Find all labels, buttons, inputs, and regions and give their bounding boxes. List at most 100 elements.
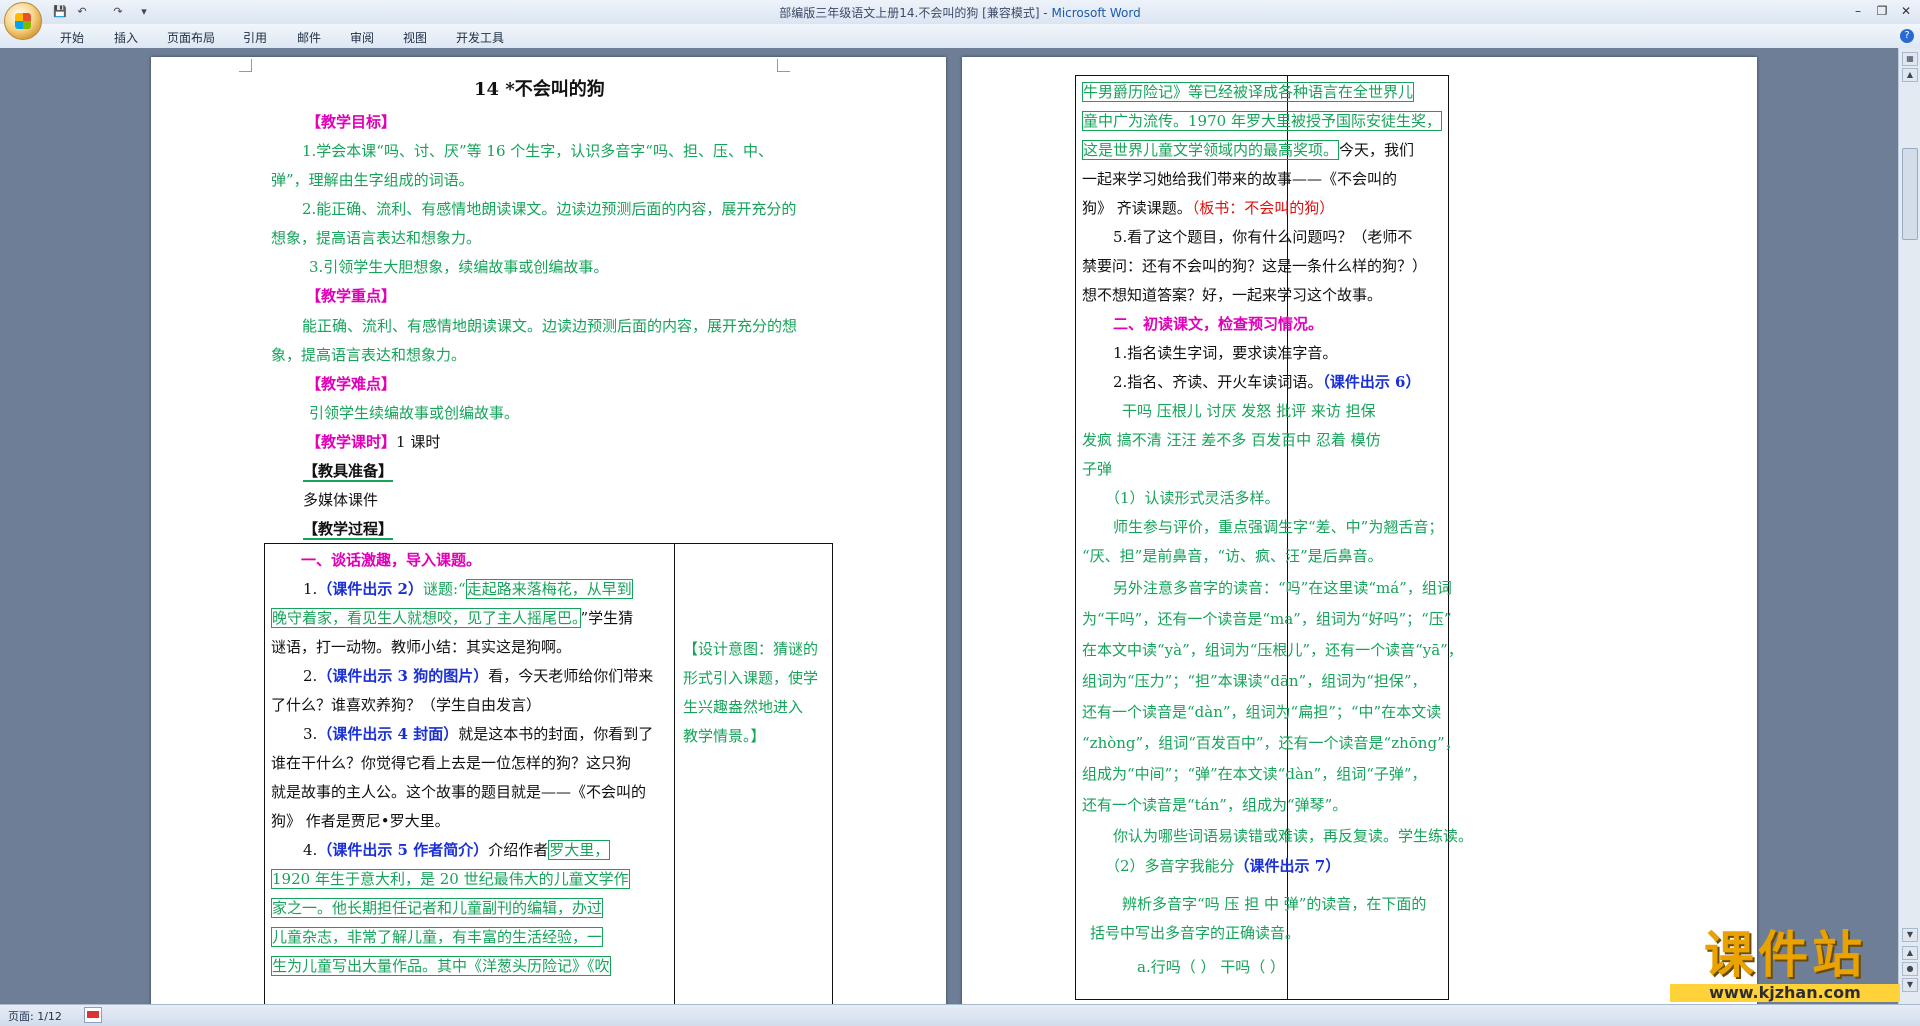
document-page-2[interactable]: 牛男爵历险记》等已经被译成各种语言在全世界儿 童中广为流传。1970 年罗大里被… bbox=[962, 57, 1757, 1007]
vocab-line: 子弹 bbox=[1082, 460, 1113, 478]
text-line: 想象，提高语言表达和想象力。 bbox=[271, 229, 482, 247]
text-line: 禁要问：还有不会叫的狗？这是一条什么样的狗？） bbox=[1082, 257, 1428, 275]
text-line: 牛男爵历险记》等已经被译成各种语言在全世界儿 bbox=[1082, 82, 1415, 102]
text-line: 组词为“压力”；“担”本课读“dān”，组词为“担保”， bbox=[1082, 672, 1427, 690]
scroll-thumb[interactable] bbox=[1902, 148, 1918, 240]
watermark-logo: 课件站 bbox=[1704, 926, 1866, 984]
text-line: 4.（课件出示 5 作者简介）介绍作者罗大里， bbox=[303, 840, 611, 860]
text-line: 能正确、流利、有感情地朗读课文。边读边预测后面的内容，展开充分的想 bbox=[302, 317, 798, 335]
text-line: 狗》 齐读课题。（板书：不会叫的狗） bbox=[1082, 199, 1335, 217]
text-line: 5.看了这个题目，你有什么问题吗？（老师不 bbox=[1113, 228, 1413, 246]
help-icon[interactable]: ? bbox=[1900, 29, 1914, 43]
design-note: 生兴趣盎然地进入 bbox=[683, 698, 804, 716]
text-line: 就是故事的主人公。这个故事的题目就是——《不会叫的 bbox=[271, 783, 647, 801]
table-border bbox=[1075, 75, 1076, 999]
table-border bbox=[264, 543, 832, 544]
select-browse-object-icon[interactable]: ● bbox=[1902, 962, 1918, 976]
previous-page-icon[interactable]: ▲ bbox=[1902, 946, 1918, 960]
table-border bbox=[1448, 75, 1449, 999]
text-line: 2.能正确、流利、有感情地朗读课文。边读边预测后面的内容，展开充分的 bbox=[302, 200, 797, 218]
watermark-url: www.kjzhan.com bbox=[1670, 984, 1900, 1002]
text-line: 为“干吗”，还有一个读音是“ma”，组词为“好吗”；“压” bbox=[1082, 610, 1452, 628]
text-line: “zhòng”，组词“百发百中”，还有一个读音是“zhōng”， bbox=[1082, 734, 1460, 752]
minimize-icon[interactable]: – bbox=[1846, 2, 1870, 20]
scroll-down-icon[interactable]: ▼ bbox=[1902, 928, 1918, 942]
restore-icon[interactable]: ❐ bbox=[1870, 2, 1894, 20]
heading-difficulty: 【教学难点】 bbox=[306, 375, 397, 393]
design-note: 教学情景。】 bbox=[683, 727, 766, 745]
text-line: 谜语，打一动物。教师小结：其实这是狗啊。 bbox=[271, 638, 572, 656]
site-watermark: 课件站 www.kjzhan.com bbox=[1670, 926, 1900, 1006]
scroll-up-icon[interactable]: ▲ bbox=[1902, 68, 1918, 82]
text-line: 1.（课件出示 2）谜题:“走起路来落梅花，从早到 bbox=[303, 579, 633, 599]
table-border bbox=[1075, 75, 1449, 76]
document-page-1[interactable]: 14 *不会叫的狗 【教学目标】 1.学会本课“吗、讨、厌”等 16 个生字，认… bbox=[151, 57, 946, 1007]
crop-mark bbox=[239, 59, 252, 72]
text-line: 谁在干什么？你觉得它看上去是一位怎样的狗？这只狗 bbox=[271, 754, 632, 772]
text-line: 3.引领学生大胆想象，续编故事或创编故事。 bbox=[309, 258, 609, 276]
text-line: a.行吗（ ） 干吗（ ） bbox=[1137, 958, 1286, 976]
text-line: 家之一。他长期担任记者和儿童副刊的编辑，办过 bbox=[271, 898, 604, 918]
ruler-toggle-icon[interactable]: ▦ bbox=[1902, 52, 1918, 66]
tab-insert[interactable]: 插入 bbox=[114, 29, 138, 46]
text-line: 1920 年生于意大利，是 20 世纪最伟大的儿童文学作 bbox=[271, 869, 630, 889]
text-line: 童中广为流传。1970 年罗大里被授予国际安徒生奖， bbox=[1082, 111, 1442, 131]
text-line: 师生参与评价，重点强调生字“差、中”为翘舌音； bbox=[1113, 518, 1444, 536]
design-note: 【设计意图：猜谜的 bbox=[683, 640, 819, 658]
text-line: 引领学生续编故事或创编故事。 bbox=[309, 404, 520, 422]
crop-mark bbox=[777, 59, 790, 72]
table-border bbox=[674, 543, 675, 1007]
text-line: 这是世界儿童文学领域内的最高奖项。今天，我们 bbox=[1082, 140, 1415, 160]
text-line: 了什么？谁喜欢养狗？（学生自由发言） bbox=[271, 696, 542, 714]
vertical-scrollbar[interactable]: ▦ ▲ ▼ ▲ ● ▼ bbox=[1898, 48, 1920, 1004]
text-line: 另外注意多音字的读音：“吗”在这里读“má”，组词 bbox=[1113, 579, 1452, 597]
text-line: 辨析多音字“吗 压 担 中 弹”的读音，在下面的 bbox=[1122, 895, 1427, 913]
text-line: （1）认读形式灵活多样。 bbox=[1105, 489, 1280, 507]
ribbon-tabs: 开始 插入 页面布局 引用 邮件 审阅 视图 开发工具 ? bbox=[0, 24, 1920, 49]
doc-title: 14 *不会叫的狗 bbox=[474, 79, 605, 100]
text-line: 2.指名、齐读、开火车读词语。（课件出示 6） bbox=[1113, 373, 1421, 391]
tab-developer[interactable]: 开发工具 bbox=[456, 29, 504, 46]
office-logo-icon bbox=[15, 13, 31, 29]
text-line: 晚守着家，看见生人就想咬，见了主人摇尾巴。”学生猜 bbox=[271, 608, 634, 628]
text-line: 3.（课件出示 4 封面）就是这本书的封面，你看到了 bbox=[303, 725, 654, 743]
proofing-icon[interactable] bbox=[84, 1007, 102, 1023]
tab-review[interactable]: 审阅 bbox=[350, 29, 374, 46]
heading-key-points: 【教学重点】 bbox=[306, 287, 397, 305]
text-line: 弹”，理解由生字组成的词语。 bbox=[271, 171, 474, 189]
design-note: 形式引入课题，使学 bbox=[683, 669, 819, 687]
heading-prep: 【教具准备】 bbox=[303, 462, 394, 482]
text-line: （2）多音字我能分（课件出示 7） bbox=[1105, 857, 1341, 875]
text-line: 2.（课件出示 3 狗的图片）看，今天老师给你们带来 bbox=[303, 667, 654, 685]
lesson-hours: 【教学课时】1 课时 bbox=[306, 433, 441, 451]
text-line: 还有一个读音是“tán”，组成为“弹琴”。 bbox=[1082, 796, 1348, 814]
text-line: 儿童杂志，非常了解儿童，有丰富的生活经验，一 bbox=[271, 927, 604, 947]
tab-page-layout[interactable]: 页面布局 bbox=[167, 29, 215, 46]
table-border bbox=[832, 543, 833, 1007]
title-bar: 💾 ↶ ↷ ▾ 部编版三年级语文上册14.不会叫的狗 [兼容模式] - Micr… bbox=[0, 0, 1920, 40]
tab-references[interactable]: 引用 bbox=[243, 29, 267, 46]
section-heading: 一、谈话激趣，导入课题。 bbox=[301, 551, 482, 569]
text-line: 1.学会本课“吗、讨、厌”等 16 个生字，认识多音字“吗、担、压、中、 bbox=[302, 142, 773, 160]
close-icon[interactable]: ✕ bbox=[1894, 2, 1918, 20]
text-line: 生为儿童写出大量作品。其中《洋葱头历险记》《吹 bbox=[271, 956, 611, 976]
page-indicator[interactable]: 页面: 1/12 bbox=[8, 1008, 62, 1024]
office-button[interactable] bbox=[4, 2, 42, 40]
vocab-line: 干吗 压根儿 讨厌 发怒 批评 来访 担保 bbox=[1122, 402, 1376, 420]
table-border bbox=[264, 543, 265, 1007]
text-line: “厌、担”是前鼻音，“访、疯、汪”是后鼻音。 bbox=[1082, 547, 1383, 565]
text-line: 括号中写出多音字的正确读音。 bbox=[1090, 924, 1301, 942]
next-page-icon[interactable]: ▼ bbox=[1902, 978, 1918, 992]
text-line: 想不想知道答案？好，一起来学习这个故事。 bbox=[1082, 286, 1383, 304]
text-line: 一起来学习她给我们带来的故事——《不会叫的 bbox=[1082, 170, 1398, 188]
heading-goals: 【教学目标】 bbox=[306, 113, 397, 131]
text-line: 1.指名读生字词，要求读准字音。 bbox=[1113, 344, 1338, 362]
tab-mailings[interactable]: 邮件 bbox=[297, 29, 321, 46]
section-heading: 二、初读课文，检查预习情况。 bbox=[1113, 315, 1324, 333]
tab-home[interactable]: 开始 bbox=[60, 29, 84, 46]
text-line: 象，提高语言表达和想象力。 bbox=[271, 346, 467, 364]
status-bar: 页面: 1/12 bbox=[0, 1004, 1920, 1026]
prep-value: 多媒体课件 bbox=[303, 491, 379, 509]
text-line: 还有一个读音是“dàn”，组词为“扁担”；“中”在本文读 bbox=[1082, 703, 1442, 721]
tab-view[interactable]: 视图 bbox=[403, 29, 427, 46]
